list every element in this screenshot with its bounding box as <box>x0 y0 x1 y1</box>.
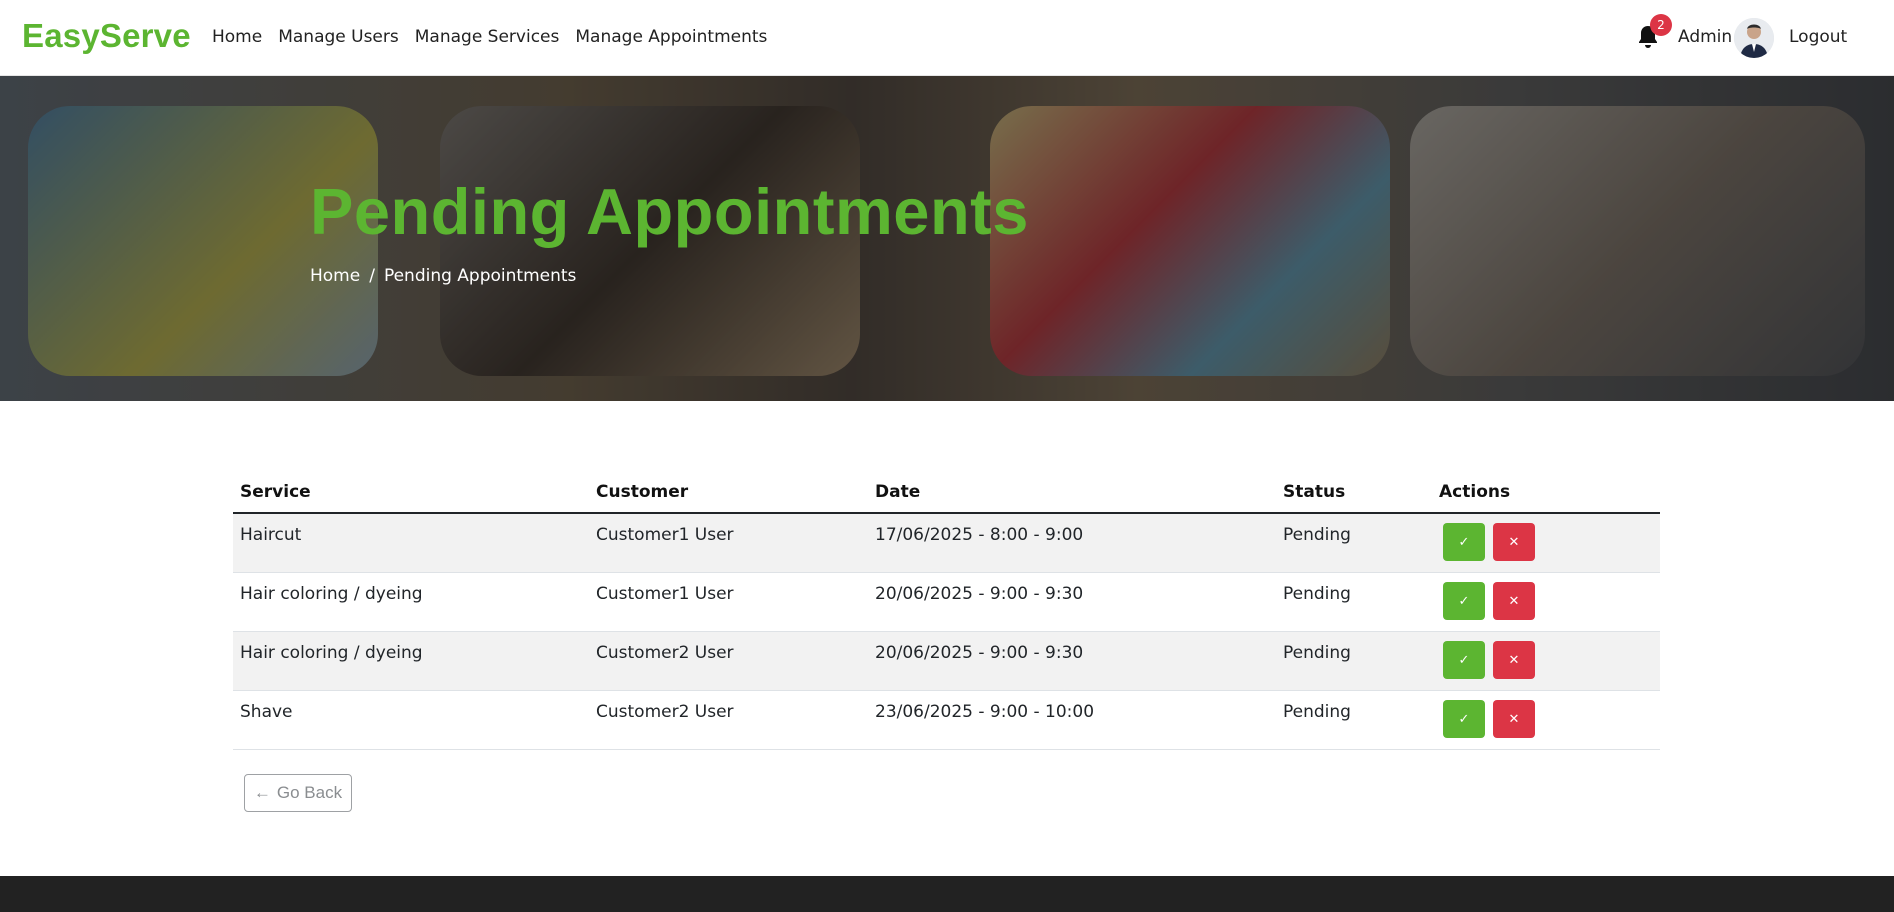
check-icon: ✓ <box>1458 593 1470 608</box>
column-header-service: Service <box>233 470 589 514</box>
go-back-button[interactable]: ← Go Back <box>244 774 352 812</box>
footer <box>0 876 1894 912</box>
accept-button[interactable]: ✓ <box>1443 582 1485 620</box>
user-name-label[interactable]: Admin <box>1678 27 1732 47</box>
table-row: Haircut Customer1 User 17/06/2025 - 8:00… <box>233 513 1660 573</box>
page-title: Pending Appointments <box>310 175 1029 248</box>
x-icon: ✕ <box>1508 593 1520 608</box>
reject-button[interactable]: ✕ <box>1493 641 1535 679</box>
nav-link-manage-services[interactable]: Manage Services <box>415 27 560 47</box>
appointments-table-container: Service Customer Date Status Actions Hai… <box>233 470 1660 750</box>
breadcrumb-separator: / <box>369 266 375 286</box>
column-header-status: Status <box>1276 470 1432 514</box>
nav-link-manage-users[interactable]: Manage Users <box>278 27 399 47</box>
appointments-table: Service Customer Date Status Actions Hai… <box>233 470 1660 750</box>
nav-link-home[interactable]: Home <box>212 27 262 47</box>
x-icon: ✕ <box>1508 652 1520 667</box>
column-header-customer: Customer <box>589 470 868 514</box>
nav-user-area: 2 Admin Logout <box>1594 0 1894 76</box>
cell-customer: Customer1 User <box>589 513 868 573</box>
nav-link-manage-appointments[interactable]: Manage Appointments <box>575 27 767 47</box>
cell-date: 23/06/2025 - 9:00 - 10:00 <box>868 690 1276 750</box>
accept-button[interactable]: ✓ <box>1443 700 1485 738</box>
cell-service: Haircut <box>233 513 589 573</box>
hero-banner: Pending Appointments Home / Pending Appo… <box>0 76 1894 401</box>
accept-button[interactable]: ✓ <box>1443 523 1485 561</box>
cell-date: 17/06/2025 - 8:00 - 9:00 <box>868 513 1276 573</box>
table-row: Shave Customer2 User 23/06/2025 - 9:00 -… <box>233 690 1660 750</box>
breadcrumb-home[interactable]: Home <box>310 266 360 286</box>
column-header-actions: Actions <box>1432 470 1660 514</box>
cell-service: Hair coloring / dyeing <box>233 572 589 632</box>
x-icon: ✕ <box>1508 534 1520 549</box>
cell-service: Shave <box>233 690 589 750</box>
cell-date: 20/06/2025 - 9:00 - 9:30 <box>868 631 1276 691</box>
x-icon: ✕ <box>1508 711 1520 726</box>
column-header-date: Date <box>868 470 1276 514</box>
check-icon: ✓ <box>1458 652 1470 667</box>
nav-links: Home Manage Users Manage Services Manage… <box>212 27 767 47</box>
cell-service: Hair coloring / dyeing <box>233 631 589 691</box>
breadcrumb: Home / Pending Appointments <box>310 266 576 286</box>
reject-button[interactable]: ✕ <box>1493 700 1535 738</box>
brand-logo[interactable]: EasyServe <box>22 17 191 55</box>
check-icon: ✓ <box>1458 711 1470 726</box>
cell-customer: Customer1 User <box>589 572 868 632</box>
cell-actions: ✓ ✕ <box>1432 572 1660 632</box>
cell-status: Pending <box>1276 690 1432 750</box>
cell-customer: Customer2 User <box>589 631 868 691</box>
breadcrumb-current: Pending Appointments <box>383 266 577 286</box>
cell-actions: ✓ ✕ <box>1432 631 1660 691</box>
arrow-left-icon: ← <box>253 783 271 802</box>
avatar[interactable] <box>1734 18 1774 58</box>
notification-badge: 2 <box>1650 14 1672 36</box>
cell-status: Pending <box>1276 631 1432 691</box>
logout-link[interactable]: Logout <box>1789 27 1847 47</box>
cell-actions: ✓ ✕ <box>1432 690 1660 750</box>
cell-customer: Customer2 User <box>589 690 868 750</box>
navbar: EasyServe Home Manage Users Manage Servi… <box>0 0 1894 76</box>
go-back-label: Go Back <box>276 783 343 802</box>
table-header-row: Service Customer Date Status Actions <box>233 470 1660 514</box>
check-icon: ✓ <box>1458 534 1470 549</box>
cell-date: 20/06/2025 - 9:00 - 9:30 <box>868 572 1276 632</box>
cell-status: Pending <box>1276 513 1432 573</box>
reject-button[interactable]: ✕ <box>1493 523 1535 561</box>
table-row: Hair coloring / dyeing Customer1 User 20… <box>233 572 1660 632</box>
table-row: Hair coloring / dyeing Customer2 User 20… <box>233 631 1660 691</box>
cell-actions: ✓ ✕ <box>1432 513 1660 573</box>
accept-button[interactable]: ✓ <box>1443 641 1485 679</box>
reject-button[interactable]: ✕ <box>1493 582 1535 620</box>
cell-status: Pending <box>1276 572 1432 632</box>
